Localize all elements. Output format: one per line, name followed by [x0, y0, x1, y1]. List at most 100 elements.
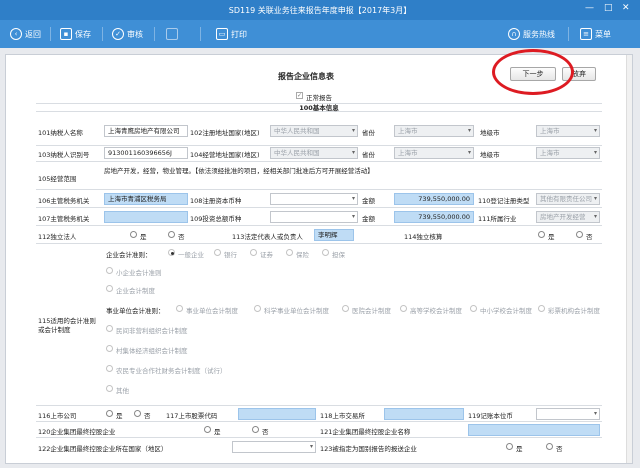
- audit-button[interactable]: ✓ 审核: [112, 28, 143, 40]
- npo-radio[interactable]: [106, 325, 113, 332]
- legal-person-yes-radio[interactable]: [130, 231, 137, 238]
- small-enterprise-radio[interactable]: [106, 267, 113, 274]
- inst-option-label: 彩票机构会计制度: [548, 307, 600, 315]
- inst-option-radio[interactable]: [254, 305, 261, 312]
- inst-option-radio[interactable]: [470, 305, 477, 312]
- legal-representative-field[interactable]: 李明辉: [314, 229, 354, 241]
- corp-insurance-radio[interactable]: [286, 249, 293, 256]
- group-parent-country-select[interactable]: [232, 441, 316, 453]
- investment-amount-field[interactable]: 739,550,000.00: [394, 211, 474, 223]
- listed-no-radio[interactable]: [134, 410, 141, 417]
- inst-option-radio[interactable]: [342, 305, 349, 312]
- reg-capital-currency-label: 108注册资本币种: [190, 197, 242, 205]
- toolbar-divider: [568, 27, 569, 41]
- check-icon: ✓: [112, 28, 124, 40]
- inst-option-radio[interactable]: [176, 305, 183, 312]
- accounting-no-radio[interactable]: [576, 231, 583, 238]
- reg-capital-currency-select[interactable]: [270, 193, 358, 205]
- listed-company-label: 116上市公司: [38, 412, 77, 420]
- base-currency-label: 119记账本位币: [468, 412, 513, 420]
- small-enterprise-label: 小企业会计准则: [116, 269, 162, 277]
- other-standard-label: 其他: [116, 387, 129, 395]
- corp-guarantee-radio[interactable]: [322, 249, 329, 256]
- reg-province-select[interactable]: 上海市: [394, 125, 474, 137]
- toolbar-divider: [200, 27, 201, 41]
- vertical-scrollbar[interactable]: [626, 55, 632, 463]
- row-divider: [36, 145, 602, 146]
- cbc-yes-label: 是: [516, 445, 523, 453]
- reg-province-label: 省份: [362, 129, 375, 137]
- other-standard-radio[interactable]: [106, 385, 113, 392]
- row-divider: [36, 421, 602, 422]
- inst-option-radio[interactable]: [538, 305, 545, 312]
- stock-code-label: 117上市股票代码: [166, 412, 218, 420]
- tax-authority-2-label: 107主管税务机关: [38, 215, 90, 223]
- minimize-button[interactable]: —: [585, 3, 594, 13]
- village-radio[interactable]: [106, 345, 113, 352]
- investment-currency-label: 109投资总额币种: [190, 215, 242, 223]
- back-arrow-icon: ‹: [10, 28, 22, 40]
- cbc-yes-radio[interactable]: [506, 443, 513, 450]
- reg-capital-amount-label: 金额: [362, 197, 375, 205]
- back-button[interactable]: ‹ 返回: [10, 28, 41, 40]
- reg-type-select[interactable]: 其他有限责任公司: [536, 193, 600, 205]
- reg-country-label: 102注册地址国家(地区): [190, 129, 260, 137]
- printer-icon: ▭: [216, 28, 228, 40]
- stock-code-field[interactable]: [238, 408, 316, 420]
- investment-currency-select[interactable]: [270, 211, 358, 223]
- save-icon: ▪: [60, 28, 72, 40]
- group-parent-label: 120企业集团最终控股企业: [38, 428, 116, 436]
- base-currency-select[interactable]: [536, 408, 600, 420]
- corp-option-label: 保险: [296, 251, 309, 259]
- listed-yes-radio[interactable]: [106, 410, 113, 417]
- investment-amount-label: 金额: [362, 215, 375, 223]
- business-scope-label: 105经营范围: [38, 175, 77, 183]
- biz-country-select[interactable]: 中华人民共和国: [270, 147, 358, 159]
- corp-general-radio[interactable]: [168, 249, 175, 256]
- reg-city-select[interactable]: 上海市: [536, 125, 600, 137]
- menu-button[interactable]: ≡ 菜单: [580, 28, 611, 40]
- corp-bank-radio[interactable]: [214, 249, 221, 256]
- taxpayer-name-field[interactable]: 上海青鹰房地产有限公司: [104, 125, 188, 137]
- institution-standard-label: 事业单位会计准则：: [106, 307, 165, 315]
- reg-country-select[interactable]: 中华人民共和国: [270, 125, 358, 137]
- group-parent-yes-radio[interactable]: [204, 426, 211, 433]
- form-sheet: 报告企业信息表 下一步 放弃 ✓ 正常报告 100基本信息 101纳税人名称 上…: [5, 54, 633, 464]
- window-title: SD119 关联业务往来报告年度申报【2017年3月】: [228, 6, 412, 15]
- taxpayer-id-label: 103纳税人识别号: [38, 151, 90, 159]
- biz-province-select[interactable]: 上海市: [394, 147, 474, 159]
- cbc-no-label: 否: [556, 445, 563, 453]
- corp-option-label: 证券: [260, 251, 273, 259]
- disabled-tool-button[interactable]: [166, 28, 181, 40]
- npo-label: 民间非营利组织会计制度: [116, 327, 188, 335]
- legal-representative-label: 113法定代表人或负责人: [232, 233, 303, 241]
- stock-exchange-label: 118上市交易所: [320, 412, 365, 420]
- maximize-button[interactable]: □: [604, 3, 613, 13]
- inst-option-label: 医院会计制度: [352, 307, 391, 315]
- biz-city-select[interactable]: 上海市: [536, 147, 600, 159]
- legal-person-no-radio[interactable]: [168, 231, 175, 238]
- taxpayer-name-label: 101纳税人名称: [38, 129, 83, 137]
- industry-select[interactable]: 房地产开发经营: [536, 211, 600, 223]
- group-parent-no-radio[interactable]: [252, 426, 259, 433]
- group-parent-name-field[interactable]: [468, 424, 600, 436]
- accounting-yes-radio[interactable]: [538, 231, 545, 238]
- corp-securities-radio[interactable]: [250, 249, 257, 256]
- industry-label: 111所属行业: [478, 215, 517, 223]
- normal-report-checkbox[interactable]: ✓: [296, 92, 303, 99]
- reg-capital-amount-field[interactable]: 739,550,000.00: [394, 193, 474, 205]
- print-button[interactable]: ▭ 打印: [216, 28, 247, 40]
- corp-system-radio[interactable]: [106, 285, 113, 292]
- tax-authority-2-field[interactable]: [104, 211, 188, 223]
- inst-option-radio[interactable]: [400, 305, 407, 312]
- hotline-button[interactable]: ∩ 服务热线: [508, 28, 555, 40]
- close-button[interactable]: ✕: [622, 3, 630, 13]
- save-label: 保存: [75, 29, 91, 39]
- save-button[interactable]: ▪ 保存: [60, 28, 91, 40]
- tax-authority-field[interactable]: 上海市青浦区税务局: [104, 193, 188, 205]
- coop-radio[interactable]: [106, 365, 113, 372]
- taxpayer-id-field[interactable]: 913001160396656J: [104, 147, 188, 159]
- group-parent-name-label: 121企业集团最终控股企业名称: [320, 428, 411, 436]
- cbc-no-radio[interactable]: [546, 443, 553, 450]
- stock-exchange-field[interactable]: [384, 408, 464, 420]
